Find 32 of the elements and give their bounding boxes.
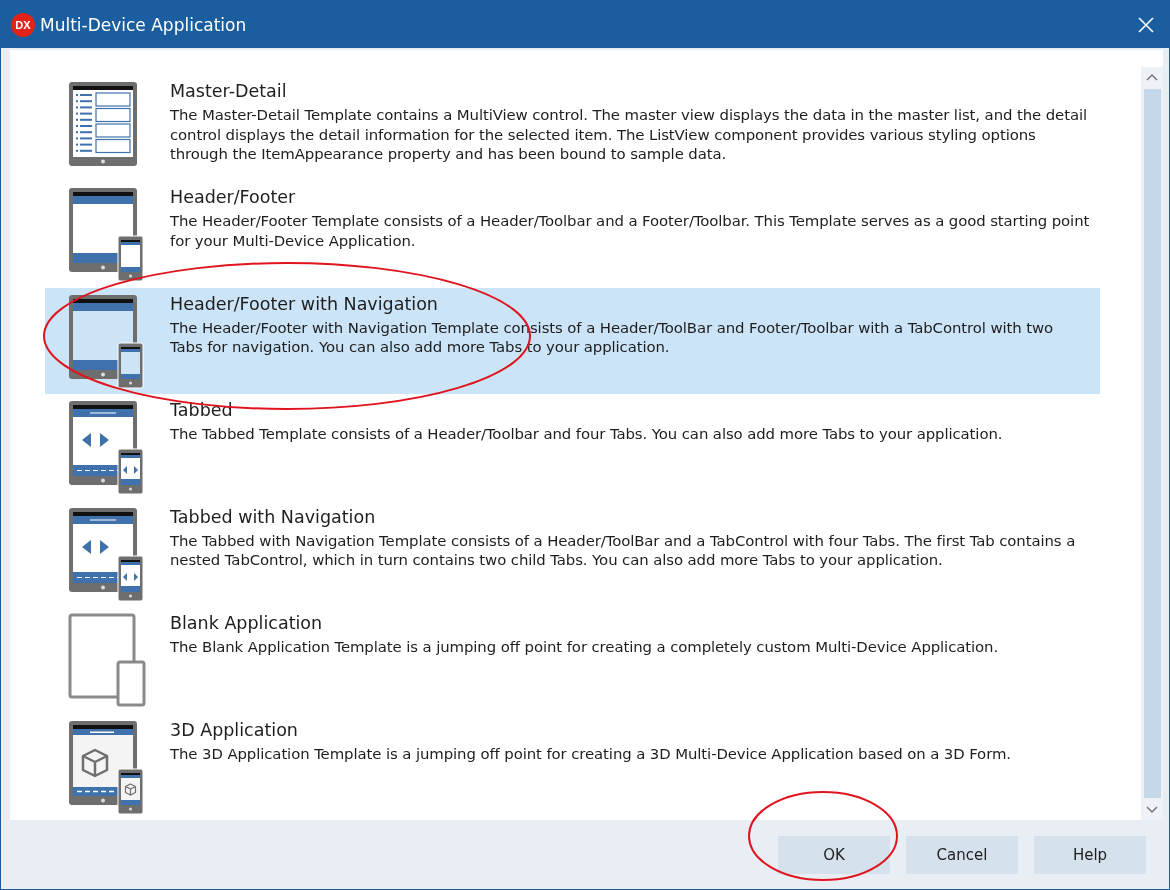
dialog-button[interactable]: OK <box>778 835 890 874</box>
template-title: Tabbed <box>170 400 234 421</box>
template-item[interactable]: Tabbed The Tabbed Template consists of a Header/Toolbar and four Tabs. You can also add more Tabs to your application. <box>45 394 1100 501</box>
tablet-phone-outline-icon <box>68 613 146 709</box>
template-title: 3D Application <box>170 719 299 740</box>
template-description: The Header/Footer Template consists of a Header/Toolbar and a Footer/Toolbar. This Template serves as a good starting point for your Multi-Device Application. <box>170 212 1090 252</box>
template-title: Header/Footer with Navigation <box>170 293 439 314</box>
template-description: The Master-Detail Template contains a MultiView control. The master view displays the data in the master list, and the detail control displays the detail information for the selected item. The ListView component provides various styling options through the ItemAppearance property and has been bound to sample data. <box>170 106 1088 165</box>
template-title: Master-Detail <box>170 81 288 101</box>
template-item[interactable]: 3D Application The 3D Application Template is a jumping off point for creating a 3D Multi-Device Application based on a 3D Form. <box>45 713 1100 820</box>
template-item[interactable] <box>45 287 1100 395</box>
template-description: The Tabbed with Navigation Template consists of a Header/ToolBar and a TabControl with four Tabs. The first Tab contains a nested TabControl, which in turn contains two child Tabs. You can also add more Tabs to your application. <box>170 531 1077 571</box>
tablet-cube-icon <box>68 719 146 815</box>
tablet-arrows-icon <box>68 400 146 496</box>
template-description: The Blank Application Template is a jumping off point for creating a completely custom Multi-Device Application. <box>170 638 999 658</box>
template-description: The 3D Application Template is a jumping off point for creating a 3D Multi-Device Application based on a 3D Form. <box>170 744 1011 765</box>
tablet-arrows-icon <box>68 506 146 602</box>
dialog-button[interactable]: Help <box>1034 835 1146 874</box>
scroll-thumb[interactable] <box>1143 89 1161 798</box>
dialog-button[interactable]: Cancel <box>906 835 1018 874</box>
template-description: The Tabbed Template consists of a Header/Toolbar and four Tabs. You can also add more Tabs to your application. <box>170 425 1003 445</box>
app-logo: DX <box>11 12 35 37</box>
tablet-phone-icon <box>68 187 146 283</box>
template-title: Header/Footer <box>170 187 297 208</box>
template-title: Tabbed with Navigation <box>170 506 377 527</box>
scrollbar[interactable] <box>1141 67 1163 820</box>
tablet-phone-icon <box>68 293 146 389</box>
close-icon <box>1138 16 1154 33</box>
template-item[interactable]: Blank Application The Blank Application Template is a jumping off point for creating a completely custom Multi-Device Application. <box>45 607 1100 714</box>
window-title: Multi-Device Application <box>40 14 248 35</box>
template-title: Blank Application <box>170 613 324 634</box>
template-item[interactable]: Header/Footer The Header/Footer Template consists of a Header/Toolbar and a Footer/Toolbar. This Template serves as a good starting point for your Multi-Device Application. <box>45 181 1100 288</box>
